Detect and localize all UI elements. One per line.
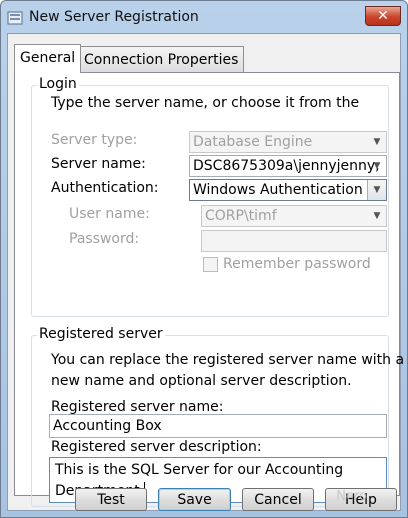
window-title: New Server Registration xyxy=(29,9,199,25)
user-name-combo[interactable]: CORP\timf ▼ xyxy=(201,205,387,227)
dialog-body: General Connection Properties Login Type… xyxy=(7,33,404,511)
authentication-combo[interactable]: Windows Authentication ▼ xyxy=(189,179,387,201)
remember-password-label: Remember password xyxy=(223,256,371,272)
server-type-label: Server type: xyxy=(51,132,138,148)
authentication-label: Authentication: xyxy=(51,180,159,196)
server-name-label: Server name: xyxy=(51,156,146,172)
save-button[interactable]: Save xyxy=(158,488,231,511)
login-legend: Login xyxy=(37,76,79,92)
server-name-value: DSC8675309a\jennyjenny, xyxy=(193,158,380,174)
server-type-combo[interactable]: Database Engine ▼ xyxy=(189,131,387,153)
chevron-down-icon: ▼ xyxy=(367,180,386,200)
close-button[interactable]: ✕ xyxy=(365,6,401,26)
watermark-text: Nero xyxy=(336,489,367,504)
password-label: Password: xyxy=(69,231,140,247)
tab-connection-properties[interactable]: Connection Properties xyxy=(78,46,245,73)
user-name-value: CORP\timf xyxy=(205,208,277,224)
server-type-value: Database Engine xyxy=(193,134,313,150)
dialog-window: New Server Registration ✕ General Connec… xyxy=(0,0,408,518)
login-instruction: Type the server name, or choose it from … xyxy=(51,95,360,111)
password-input[interactable] xyxy=(201,230,387,252)
remember-password-checkbox[interactable] xyxy=(203,257,218,272)
user-name-label: User name: xyxy=(69,206,150,222)
chevron-down-icon: ▼ xyxy=(373,211,381,221)
registered-server-name-input[interactable]: Accounting Box xyxy=(49,414,387,438)
description-text-line1: This is the SQL Server for our Accountin… xyxy=(55,462,344,478)
general-tab-panel: Login Type the server name, or choose it… xyxy=(14,72,404,507)
authentication-value: Windows Authentication xyxy=(193,182,363,198)
cancel-button[interactable]: Cancel xyxy=(242,488,314,511)
chevron-down-icon: ▼ xyxy=(373,161,381,171)
login-group xyxy=(31,85,389,317)
server-registration-icon xyxy=(7,11,23,25)
registered-server-name-value: Accounting Box xyxy=(53,418,162,434)
test-button[interactable]: Test xyxy=(75,488,147,511)
registered-server-legend: Registered server xyxy=(37,326,165,342)
registered-server-description-line2: new name and optional server description… xyxy=(51,373,352,389)
registered-server-description-line1: You can replace the registered server na… xyxy=(51,352,405,368)
registered-server-description-label: Registered server description: xyxy=(51,439,262,455)
registered-server-name-label: Registered server name: xyxy=(51,399,224,415)
chevron-down-icon: ▼ xyxy=(373,137,381,147)
server-name-combo[interactable]: DSC8675309a\jennyjenny, ▼ xyxy=(189,155,387,177)
tab-general[interactable]: General xyxy=(14,44,82,73)
title-bar[interactable]: New Server Registration ✕ xyxy=(1,1,407,33)
